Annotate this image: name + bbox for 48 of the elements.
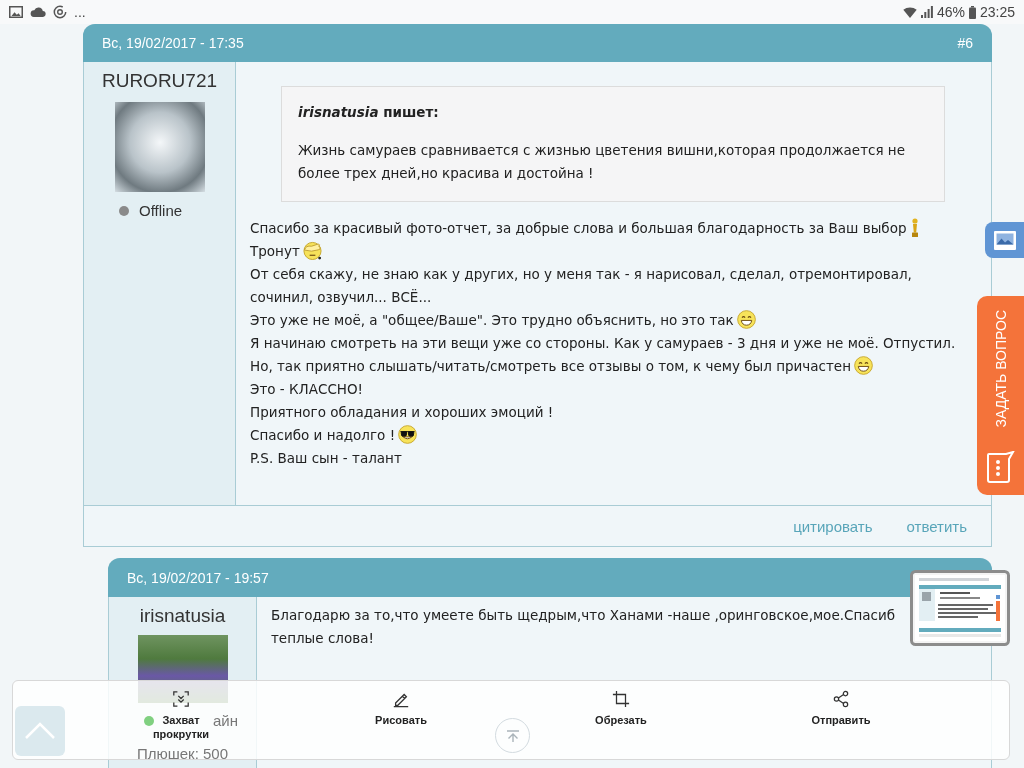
cloud-icon: [30, 7, 46, 17]
sunglasses-face-icon: [398, 425, 418, 444]
scroll-capture-icon: [172, 690, 190, 708]
data-saver-icon: [53, 5, 67, 19]
image-button[interactable]: [985, 222, 1024, 258]
screenshot-thumbnail-drawing[interactable]: [910, 570, 1010, 646]
post-text-line: Тронут: [250, 243, 300, 259]
post-text-line: Это - КЛАССНО!: [250, 381, 364, 397]
more-notifications-text: ...: [74, 4, 86, 20]
author-name[interactable]: irisnatusia: [139, 604, 226, 628]
post-text-line: Это уже не моё, а "общее/Ваше". Это трудно объяснить, но это так: [250, 312, 734, 328]
post-text-line: Но, так приятно слышать/читать/смотреть все отзывы о том, к чему был причастен: [250, 358, 851, 374]
post-text-line: Приятного обладания и хороших эмоций !: [250, 404, 554, 420]
author-name[interactable]: RURORU721: [101, 69, 218, 93]
statuette-icon: [909, 218, 920, 237]
post-text-line: От себя скажу, не знаю как у других, но у меня так - я нарисовал, сделал, отремонтировал, сочинил, озвучил... ВСЁ...: [250, 266, 912, 305]
status-text: айн: [213, 712, 238, 729]
battery-icon: [968, 5, 976, 19]
scroll-capture-button[interactable]: Захват прокрутки: [152, 681, 210, 741]
chat-bubble-icon: [986, 451, 1015, 483]
clock: 23:25: [979, 4, 1015, 20]
share-button[interactable]: Отправить: [811, 681, 871, 727]
image-icon: [9, 6, 23, 18]
post-date: Вс, 19/02/2017 - 19:57: [127, 569, 269, 586]
crop-button[interactable]: Обрезать: [595, 681, 647, 727]
quote-author: irisnatusia пишет:: [298, 103, 440, 122]
post-text-line: Я начинаю смотреть на эти вещи уже со стороны. Как у самураев - 3 дня и уже не моё. Отпустил.: [250, 335, 956, 351]
post-text-line: Спасибо и надолго !: [250, 427, 396, 443]
post-text-line: P.S. Ваш сын - талант: [250, 450, 402, 466]
post-text-line: теплые слова!: [271, 630, 374, 646]
post-text-line: Благодарю за то,что умеете быть щедрым,что Ханами -наше ,оринговское,мое.Спасиб: [271, 607, 896, 623]
battery-percent: 46%: [936, 4, 965, 20]
share-icon: [832, 690, 850, 708]
signal-icon: [920, 6, 933, 18]
points-count: Плюшек: 500: [136, 745, 229, 762]
wifi-icon: [902, 6, 917, 18]
post-text-line: Спасибо за красивый фото-отчет, за добрые слова и большая благодарность за Ваш выбор: [250, 220, 907, 236]
face-with-hand-icon: [302, 241, 322, 260]
chevron-up-icon: [24, 722, 56, 740]
arrow-up-bar-icon: [505, 729, 520, 742]
draw-button[interactable]: Рисовать: [375, 681, 427, 727]
grinning-face-icon: [854, 356, 873, 375]
status-text: Offline: [139, 202, 183, 219]
post-date: Вс, 19/02/2017 - 17:35: [102, 35, 244, 51]
grinning-face-icon: [736, 310, 756, 329]
picture-icon: [993, 230, 1016, 250]
quote-text: Жизнь самураев сравнивается с жизнью цветения вишни,которая продолжается не более трех дней,но красива и достойна !: [298, 141, 906, 183]
crop-icon: [612, 690, 630, 708]
